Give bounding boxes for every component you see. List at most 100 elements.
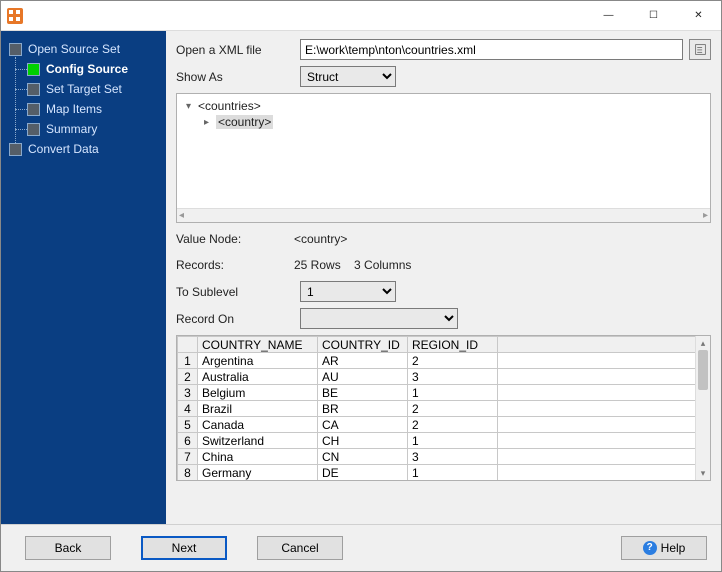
titlebar: — ☐ ✕ [1, 1, 721, 31]
scroll-thumb[interactable] [698, 350, 708, 390]
table-cell[interactable]: Germany [198, 465, 318, 481]
window-close-button[interactable]: ✕ [676, 1, 721, 31]
window-maximize-button[interactable]: ☐ [631, 1, 676, 31]
table-cell-spacer [498, 417, 710, 433]
table-cell[interactable]: 1 [408, 433, 498, 449]
tree-expand-icon[interactable]: ▸ [201, 117, 212, 128]
table-cell[interactable]: AU [318, 369, 408, 385]
table-cell[interactable]: CA [318, 417, 408, 433]
table-row[interactable]: 5CanadaCA2 [178, 417, 710, 433]
table-cell[interactable]: China [198, 449, 318, 465]
table-cell[interactable]: BR [318, 401, 408, 417]
table-cell[interactable]: CN [318, 449, 408, 465]
row-header-blank [178, 337, 198, 353]
back-button[interactable]: Back [25, 536, 111, 560]
sidebar-item-map-items[interactable]: Map Items [1, 99, 166, 119]
table-cell-spacer [498, 449, 710, 465]
tree-node-root[interactable]: <countries> [198, 99, 261, 113]
to-sublevel-label: To Sublevel [176, 285, 294, 299]
table-row[interactable]: 1ArgentinaAR2 [178, 353, 710, 369]
table-row[interactable]: 2AustraliaAU3 [178, 369, 710, 385]
tree-horizontal-scrollbar[interactable]: ◂ ▸ [177, 208, 710, 222]
next-button[interactable]: Next [141, 536, 227, 560]
show-as-select[interactable]: Struct [300, 66, 396, 87]
step-box-icon [9, 143, 22, 156]
app-icon [7, 8, 23, 24]
tree-node-child[interactable]: <country> [216, 115, 273, 129]
row-number: 6 [178, 433, 198, 449]
table-cell[interactable]: 3 [408, 449, 498, 465]
sidebar-item-label: Map Items [46, 102, 102, 116]
table-cell[interactable]: BE [318, 385, 408, 401]
step-box-icon [27, 123, 40, 136]
scroll-up-icon[interactable]: ▴ [696, 336, 710, 350]
column-header[interactable]: COUNTRY_ID [318, 337, 408, 353]
sidebar-item-set-target-set[interactable]: Set Target Set [1, 79, 166, 99]
table-cell-spacer [498, 353, 710, 369]
table-cell[interactable]: AR [318, 353, 408, 369]
table-row[interactable]: 4BrazilBR2 [178, 401, 710, 417]
row-number: 1 [178, 353, 198, 369]
open-file-input[interactable] [300, 39, 683, 60]
table-cell[interactable]: 1 [408, 385, 498, 401]
table-cell[interactable]: 2 [408, 353, 498, 369]
sidebar-item-label: Open Source Set [28, 42, 120, 56]
table-cell[interactable]: 1 [408, 465, 498, 481]
xml-tree-panel[interactable]: ▾ <countries> ▸ <country> ◂ ▸ [176, 93, 711, 223]
row-number: 3 [178, 385, 198, 401]
table-cell[interactable]: Belgium [198, 385, 318, 401]
window-minimize-button[interactable]: — [586, 1, 631, 31]
table-cell[interactable]: Australia [198, 369, 318, 385]
table-row[interactable]: 6SwitzerlandCH1 [178, 433, 710, 449]
wizard-sidebar: Open Source Set Config Source Set Target… [1, 31, 166, 524]
tree-collapse-icon[interactable]: ▾ [183, 101, 194, 112]
browse-file-button[interactable] [689, 39, 711, 60]
column-header[interactable]: COUNTRY_NAME [198, 337, 318, 353]
scroll-right-icon[interactable]: ▸ [703, 210, 708, 221]
table-cell[interactable]: Argentina [198, 353, 318, 369]
browse-icon [694, 43, 707, 56]
table-vertical-scrollbar[interactable]: ▴ ▾ [695, 336, 710, 480]
step-box-icon [27, 83, 40, 96]
sidebar-item-summary[interactable]: Summary [1, 119, 166, 139]
records-value: 25 Rows 3 Columns [294, 258, 411, 272]
table-cell[interactable]: 3 [408, 369, 498, 385]
wizard-footer: Back Next Cancel ? Help [1, 524, 721, 570]
preview-table: COUNTRY_NAME COUNTRY_ID REGION_ID 1Argen… [176, 335, 711, 481]
table-cell[interactable]: CH [318, 433, 408, 449]
scroll-left-icon[interactable]: ◂ [179, 210, 184, 221]
table-cell[interactable]: Switzerland [198, 433, 318, 449]
table-cell[interactable]: 2 [408, 417, 498, 433]
record-on-select[interactable] [300, 308, 458, 329]
table-row[interactable]: 3BelgiumBE1 [178, 385, 710, 401]
cancel-button[interactable]: Cancel [257, 536, 343, 560]
column-header[interactable]: REGION_ID [408, 337, 498, 353]
value-node-label: Value Node: [176, 232, 294, 246]
sidebar-item-convert-data[interactable]: Convert Data [1, 139, 166, 159]
row-number: 2 [178, 369, 198, 385]
sidebar-item-open-source-set[interactable]: Open Source Set [1, 39, 166, 59]
open-file-label: Open a XML file [176, 43, 294, 57]
to-sublevel-select[interactable]: 1 [300, 281, 396, 302]
table-cell-spacer [498, 465, 710, 481]
help-button[interactable]: ? Help [621, 536, 707, 560]
sidebar-item-label: Convert Data [28, 142, 99, 156]
main-panel: Open a XML file Show As Struct ▾ <countr… [166, 31, 721, 524]
step-box-icon [27, 63, 40, 76]
table-cell-spacer [498, 385, 710, 401]
table-cell[interactable]: DE [318, 465, 408, 481]
table-cell[interactable]: Brazil [198, 401, 318, 417]
row-number: 4 [178, 401, 198, 417]
table-cell[interactable]: 2 [408, 401, 498, 417]
sidebar-item-config-source[interactable]: Config Source [1, 59, 166, 79]
table-cell[interactable]: Canada [198, 417, 318, 433]
table-row[interactable]: 7ChinaCN3 [178, 449, 710, 465]
row-number: 8 [178, 465, 198, 481]
scroll-down-icon[interactable]: ▾ [696, 466, 710, 480]
step-box-icon [27, 103, 40, 116]
step-box-icon [9, 43, 22, 56]
table-row[interactable]: 8GermanyDE1 [178, 465, 710, 481]
record-on-label: Record On [176, 312, 294, 326]
column-header-spacer [498, 337, 710, 353]
sidebar-item-label: Summary [46, 122, 97, 136]
